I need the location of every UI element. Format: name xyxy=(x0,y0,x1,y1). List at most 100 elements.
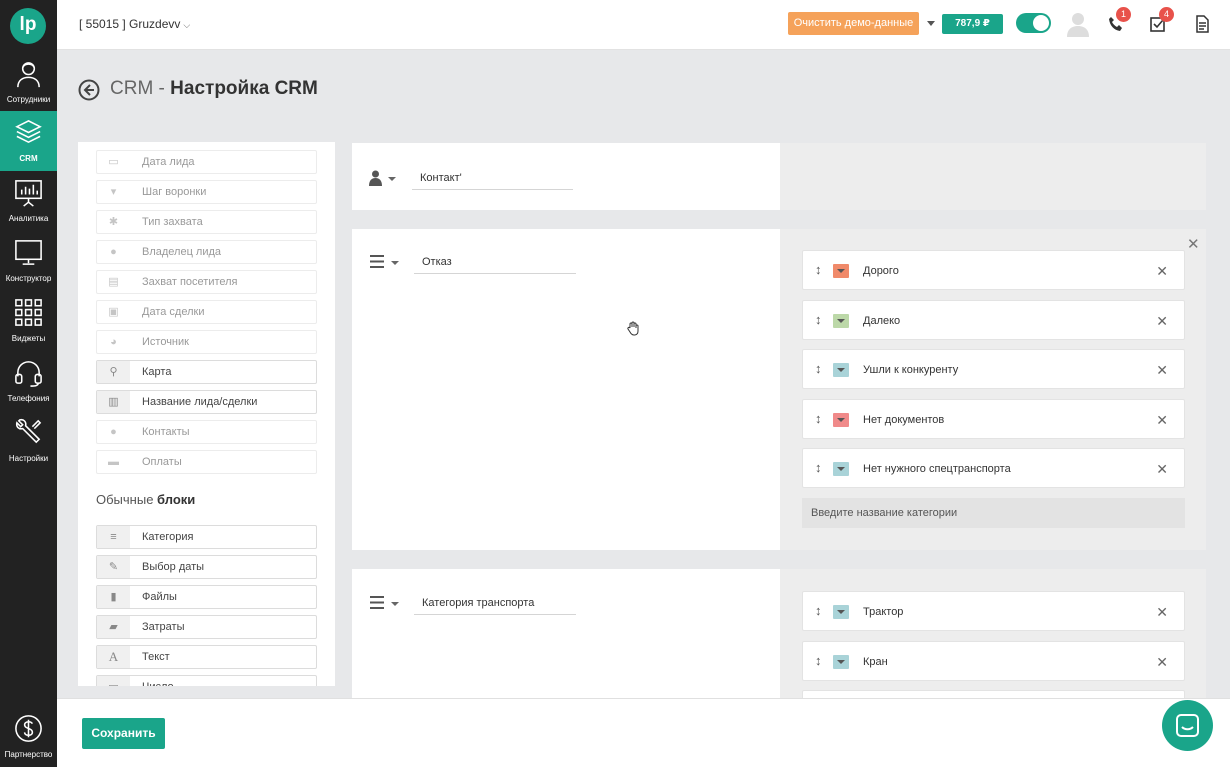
category-option[interactable]: ↕ Нет нужного спецтранспорта ✕ xyxy=(802,448,1185,488)
option-label: Ушли к конкуренту xyxy=(863,364,959,376)
nav-item-employees[interactable]: Сотрудники xyxy=(0,52,57,112)
drag-handle-icon[interactable]: ↕ xyxy=(815,262,822,278)
field-label: Карта xyxy=(142,366,172,378)
block-left: Контакт' xyxy=(352,143,780,210)
field-item-lead-date[interactable]: ▭ Дата лида xyxy=(96,150,317,174)
field-label: Название лида/сделки xyxy=(142,396,258,408)
block-name-input[interactable]: Отказ xyxy=(414,252,576,274)
monitor-icon xyxy=(15,240,42,265)
nav-label: Партнерство xyxy=(4,750,53,759)
text-a-icon: A xyxy=(97,646,130,668)
nav-item-partnership[interactable]: Партнерство xyxy=(0,707,57,767)
block-type-selector[interactable] xyxy=(370,596,400,612)
color-picker[interactable] xyxy=(833,655,849,669)
account-selector[interactable]: [ 55015 ] Gruzdevv ⌵ xyxy=(79,17,190,31)
remove-option-icon[interactable]: ✕ xyxy=(1156,642,1168,682)
fields-panel: ▭ Дата лида ▾ Шаг воронки ✱ Тип захвата ● Вл… xyxy=(78,142,335,686)
user-icon xyxy=(369,170,382,186)
option-label: Далеко xyxy=(863,315,901,327)
field-item-deal-date[interactable]: ▣ Дата сделки xyxy=(96,300,317,324)
headset-icon xyxy=(15,361,42,387)
drag-handle-icon[interactable]: ↕ xyxy=(815,312,822,328)
clear-demo-button[interactable]: Очистить демо-данные xyxy=(788,12,919,35)
nav-item-settings[interactable]: Настройки xyxy=(0,411,57,471)
drag-handle-icon[interactable]: ↕ xyxy=(815,361,822,377)
remove-option-icon[interactable]: ✕ xyxy=(1156,350,1168,390)
category-option[interactable]: ↕ Ушли к конкуренту ✕ xyxy=(802,349,1185,389)
title-main: Настройка CRM xyxy=(170,78,318,99)
pencil-icon: ✎ xyxy=(97,556,130,578)
balance-badge[interactable]: 787,9 ₽ xyxy=(942,14,1003,34)
document-icon[interactable] xyxy=(1193,15,1211,33)
block-refusal: Отказ ✕ ↕ Дорого ✕ ↕ Далеко ✕ ↕ Ушли к к… xyxy=(352,229,1206,550)
remove-option-icon[interactable]: ✕ xyxy=(1156,449,1168,489)
nav-label: CRM xyxy=(19,154,38,163)
avatar[interactable] xyxy=(1067,11,1089,37)
remove-option-icon[interactable]: ✕ xyxy=(1156,251,1168,291)
list-icon xyxy=(370,255,384,268)
nav-label: Сотрудники xyxy=(6,95,51,104)
field-item-lead-name[interactable]: ▥ Название лида/сделки xyxy=(96,390,317,414)
save-button[interactable]: Сохранить xyxy=(82,718,165,749)
caret-down-icon[interactable] xyxy=(927,21,935,26)
color-picker[interactable] xyxy=(833,605,849,619)
block-item-text[interactable]: A Текст xyxy=(96,645,317,669)
top-bar: [ 55015 ] Gruzdevv ⌵ Очистить демо-данные… xyxy=(57,0,1230,50)
block-name-input[interactable]: Категория транспорта xyxy=(414,593,576,615)
remove-option-icon[interactable]: ✕ xyxy=(1156,301,1168,341)
field-item-contacts[interactable]: ● Контакты xyxy=(96,420,317,444)
color-picker[interactable] xyxy=(833,363,849,377)
drag-handle-icon[interactable]: ↕ xyxy=(815,411,822,427)
drag-handle-icon[interactable]: ↕ xyxy=(815,460,822,476)
block-name-input[interactable]: Контакт' xyxy=(412,168,573,190)
drag-handle-icon[interactable]: ↕ xyxy=(815,653,822,669)
block-item-category[interactable]: ≡ Категория xyxy=(96,525,317,549)
option-label: Нет документов xyxy=(863,414,945,426)
back-arrow-icon[interactable] xyxy=(78,79,100,101)
color-picker[interactable] xyxy=(833,413,849,427)
nav-item-crm[interactable]: CRM xyxy=(0,111,57,171)
color-picker[interactable] xyxy=(833,314,849,328)
block-label: Число xyxy=(142,676,174,686)
category-option[interactable]: ↕ Дорого ✕ xyxy=(802,250,1185,290)
field-label: Тип захвата xyxy=(142,216,203,228)
remove-option-icon[interactable]: ✕ xyxy=(1156,592,1168,632)
block-item-number[interactable]: ▭ Число xyxy=(96,675,317,686)
block-label: Выбор даты xyxy=(142,561,205,573)
option-label: Кран xyxy=(863,656,888,668)
block-type-selector[interactable] xyxy=(369,170,397,186)
field-item-map[interactable]: ⚲ Карта xyxy=(96,360,317,384)
chat-button[interactable] xyxy=(1162,700,1213,751)
category-option[interactable]: ↕ Далеко ✕ xyxy=(802,300,1185,340)
field-item-lead-owner[interactable]: ● Владелец лида xyxy=(96,240,317,264)
remove-option-icon[interactable]: ✕ xyxy=(1156,400,1168,440)
nav-item-constructor[interactable]: Конструктор xyxy=(0,231,57,291)
category-option[interactable]: ↕ Нет документов ✕ xyxy=(802,399,1185,439)
category-option[interactable] xyxy=(802,690,1185,698)
field-item-capture-type[interactable]: ✱ Тип захвата xyxy=(96,210,317,234)
close-icon[interactable]: ✕ xyxy=(1187,235,1200,253)
mode-toggle[interactable] xyxy=(1016,13,1051,33)
field-item-source[interactable]: ◕ Источник xyxy=(96,330,317,354)
color-picker[interactable] xyxy=(833,264,849,278)
block-item-expenses[interactable]: ▰ Затраты xyxy=(96,615,317,639)
calendar-icon: ▭ xyxy=(108,156,119,168)
app-logo[interactable]: lp xyxy=(10,8,46,44)
nav-item-widgets[interactable]: Виджеты xyxy=(0,291,57,351)
block-item-date-picker[interactable]: ✎ Выбор даты xyxy=(96,555,317,579)
block-type-selector[interactable] xyxy=(370,255,400,271)
nav-item-analytics[interactable]: Аналитика xyxy=(0,171,57,231)
map-pin-icon: ⚲ xyxy=(97,361,130,383)
category-option[interactable]: ↕ Трактор ✕ xyxy=(802,591,1185,631)
category-option[interactable]: ↕ Кран ✕ xyxy=(802,641,1185,681)
block-item-files[interactable]: ▮ Файлы xyxy=(96,585,317,609)
field-item-funnel-step[interactable]: ▾ Шаг воронки xyxy=(96,180,317,204)
caret-down-icon xyxy=(388,177,396,181)
field-item-payments[interactable]: ▬ Оплаты xyxy=(96,450,317,474)
nav-item-telephony[interactable]: Телефония xyxy=(0,351,57,411)
field-item-visitor-capture[interactable]: ▤ Захват посетителя xyxy=(96,270,317,294)
new-category-input[interactable]: Введите название категории xyxy=(802,498,1185,528)
color-picker[interactable] xyxy=(833,462,849,476)
drag-handle-icon[interactable]: ↕ xyxy=(815,603,822,619)
main-nav: lp Сотрудники CRM Аналитика Конструктор … xyxy=(0,0,57,767)
